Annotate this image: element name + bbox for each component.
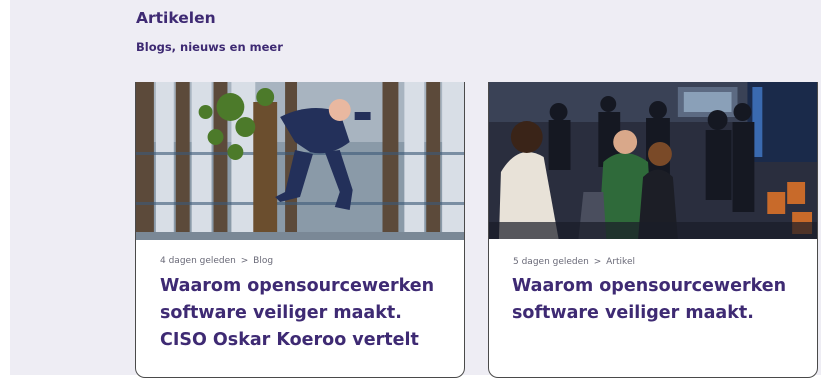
- article-category[interactable]: Artikel: [606, 257, 635, 267]
- meta-separator: >: [240, 256, 249, 266]
- article-card[interactable]: 4 dagen geleden > Blog Waarom opensource…: [135, 82, 465, 378]
- article-image-building-climb: [136, 82, 464, 240]
- section-subtitle: Blogs, nieuws en meer: [136, 40, 283, 54]
- article-title[interactable]: Waarom opensourcewerken software veilige…: [512, 273, 804, 327]
- article-image-networking-event: [489, 82, 817, 239]
- article-date: 5 dagen geleden: [513, 257, 589, 267]
- article-category[interactable]: Blog: [253, 256, 273, 266]
- meta-separator: >: [593, 257, 602, 267]
- article-date: 4 dagen geleden: [160, 256, 236, 266]
- article-card[interactable]: 5 dagen geleden > Artikel Waarom opensou…: [488, 82, 818, 378]
- article-meta: 5 dagen geleden > Artikel: [513, 257, 635, 267]
- section-title: Artikelen: [136, 9, 216, 27]
- article-meta: 4 dagen geleden > Blog: [160, 256, 273, 266]
- article-title[interactable]: Waarom opensourcewerken software veilige…: [160, 273, 452, 354]
